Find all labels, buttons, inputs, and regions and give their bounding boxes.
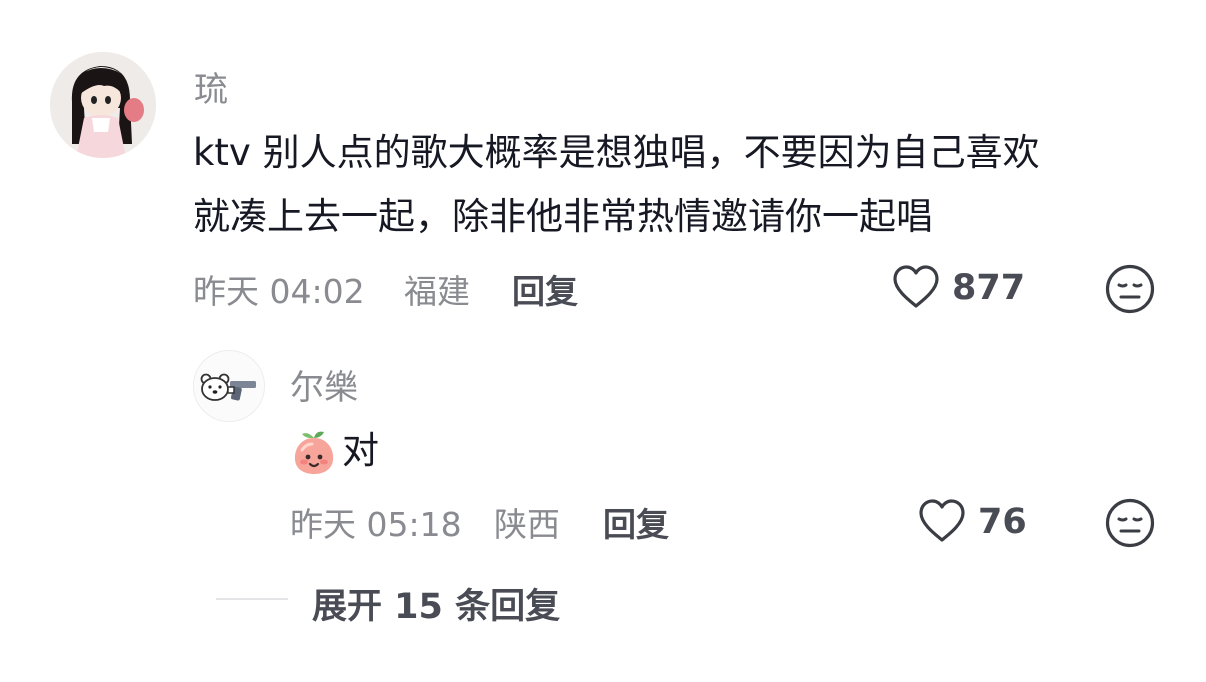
reply-location: 陕西 [494, 505, 560, 544]
comment-like-button[interactable] [891, 264, 941, 310]
comment-text-line-2: 就凑上去一起，除非他非常热情邀请你一起唱 [193, 195, 933, 238]
reply-text: 对 [342, 429, 379, 472]
commenter-avatar[interactable] [50, 52, 156, 158]
reply-dislike-button[interactable] [1104, 497, 1156, 549]
reply-like-count: 76 [978, 502, 1027, 542]
commenter-name[interactable]: 琉 [194, 62, 228, 111]
peach-smile-emoji [290, 428, 338, 476]
comment-time: 昨天 04:02 [193, 272, 365, 311]
reply-time: 昨天 05:18 [290, 505, 462, 544]
reply-reply-button[interactable]: 回复 [603, 498, 669, 546]
comment-text-line-1: ktv 别人点的歌大概率是想独唱，不要因为自己喜欢 [193, 131, 1040, 174]
comment-like-count: 877 [952, 268, 1026, 308]
heart-icon [893, 265, 939, 308]
meh-face-icon [1105, 498, 1155, 548]
expand-divider [216, 598, 288, 600]
replier-name[interactable]: 尔樂 [290, 360, 358, 409]
reply-like-button[interactable] [917, 498, 967, 544]
comment-reply-button[interactable]: 回复 [512, 265, 578, 313]
comment-dislike-button[interactable] [1104, 263, 1156, 315]
anime-girl-avatar-icon [50, 52, 156, 158]
bear-with-gun-avatar-icon [200, 373, 256, 401]
heart-icon [919, 499, 965, 542]
expand-replies-button[interactable]: 展开 15 条回复 [312, 578, 560, 629]
comment-location: 福建 [404, 272, 470, 311]
replier-avatar[interactable] [193, 350, 265, 422]
meh-face-icon [1105, 264, 1155, 314]
